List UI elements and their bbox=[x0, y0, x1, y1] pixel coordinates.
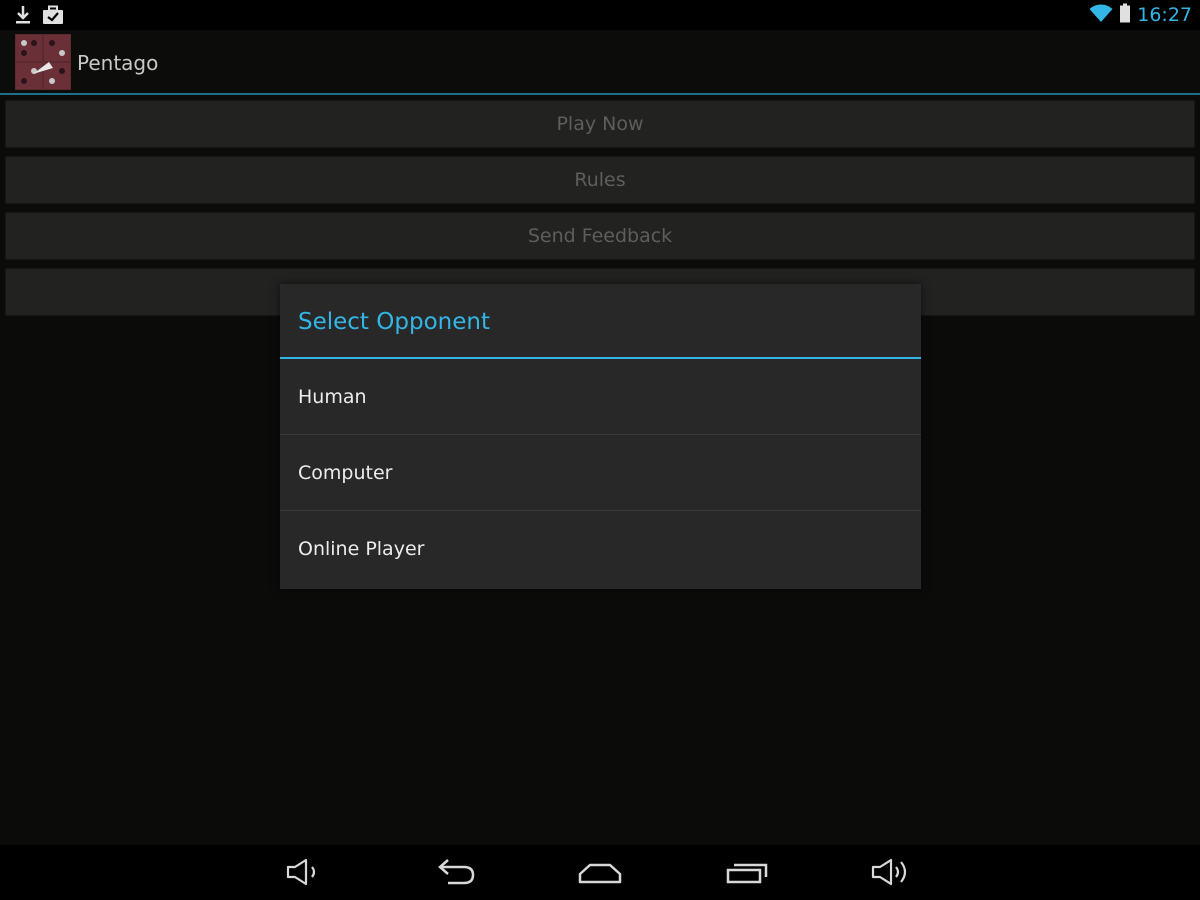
action-bar: Pentago bbox=[0, 30, 1200, 95]
status-bar: 16:27 bbox=[0, 0, 1200, 30]
clock: 16:27 bbox=[1137, 4, 1192, 26]
volume-up-icon[interactable] bbox=[868, 855, 918, 889]
dialog-title: Select Opponent bbox=[280, 284, 921, 359]
back-icon[interactable] bbox=[430, 855, 480, 889]
download-icon bbox=[14, 5, 32, 29]
option-computer[interactable]: Computer bbox=[280, 435, 921, 511]
navigation-bar bbox=[0, 845, 1200, 900]
recent-apps-icon[interactable] bbox=[722, 855, 772, 889]
select-opponent-dialog: Select Opponent Human Computer Online Pl… bbox=[280, 284, 921, 589]
home-icon[interactable] bbox=[575, 855, 625, 889]
send-feedback-button[interactable]: Send Feedback bbox=[5, 212, 1195, 260]
wifi-icon bbox=[1089, 3, 1113, 27]
play-now-button[interactable]: Play Now bbox=[5, 100, 1195, 148]
volume-down-icon[interactable] bbox=[282, 855, 332, 889]
battery-icon bbox=[1119, 3, 1131, 27]
pentago-app-icon[interactable] bbox=[15, 34, 71, 90]
app-title: Pentago bbox=[77, 51, 159, 75]
option-online-player[interactable]: Online Player bbox=[280, 511, 921, 586]
rules-button[interactable]: Rules bbox=[5, 156, 1195, 204]
option-human[interactable]: Human bbox=[280, 359, 921, 435]
briefcase-check-icon bbox=[42, 5, 64, 29]
